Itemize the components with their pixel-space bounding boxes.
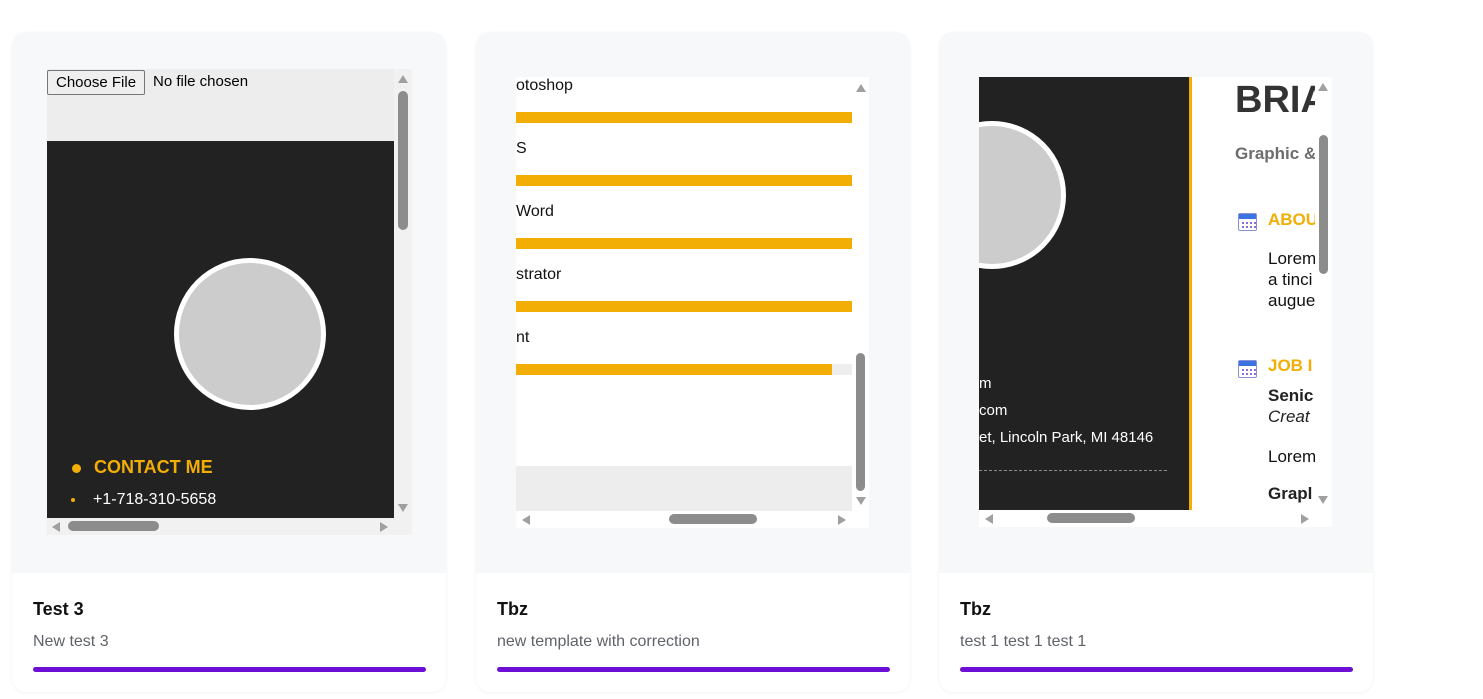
- skill-bar: [516, 364, 852, 375]
- skill-bar-fill: [516, 112, 852, 123]
- scroll-left-icon[interactable]: [522, 515, 530, 525]
- template-preview: otoshop S Word strator nt: [476, 32, 910, 573]
- template-preview: Choose File No file chosen CONTACT ME +1…: [12, 32, 446, 573]
- skill-label: S: [516, 140, 527, 157]
- preview-frame[interactable]: m com et, Lincoln Park, MI 48146 BRIA Gr…: [979, 77, 1332, 527]
- bullet-icon: [72, 464, 81, 473]
- scroll-thumb[interactable]: [68, 521, 159, 531]
- resume-name: BRIA: [1235, 79, 1328, 121]
- skill-label: nt: [516, 329, 530, 346]
- skill-bar: [516, 238, 852, 249]
- skill-bar: [516, 112, 852, 123]
- contact-email: m: [979, 375, 992, 392]
- skill-bar-fill: [516, 301, 852, 312]
- accent-bar: [33, 667, 426, 672]
- avatar: [174, 258, 326, 410]
- contact-website: com: [979, 402, 1008, 419]
- divider: [1189, 77, 1192, 510]
- scroll-right-icon[interactable]: [380, 522, 388, 532]
- about-text: augue: [1268, 291, 1316, 310]
- template-preview: m com et, Lincoln Park, MI 48146 BRIA Gr…: [939, 32, 1373, 573]
- template-card[interactable]: Choose File No file chosen CONTACT ME +1…: [12, 32, 446, 692]
- card-info: Test 3 New test 3: [12, 573, 446, 692]
- skill-label: strator: [516, 266, 562, 283]
- scroll-right-icon[interactable]: [838, 515, 846, 525]
- vertical-scrollbar[interactable]: [394, 69, 412, 518]
- scroll-up-icon[interactable]: [856, 84, 866, 92]
- calendar-icon: [1238, 360, 1257, 378]
- scroll-left-icon[interactable]: [985, 514, 993, 524]
- avatar: [979, 121, 1066, 269]
- job-company: Creat: [1268, 407, 1310, 426]
- card-title: Tbz: [497, 599, 528, 619]
- scroll-thumb[interactable]: [398, 91, 408, 230]
- scroll-up-icon[interactable]: [1318, 83, 1328, 91]
- template-card[interactable]: m com et, Lincoln Park, MI 48146 BRIA Gr…: [939, 32, 1373, 692]
- scroll-down-icon[interactable]: [1318, 496, 1328, 504]
- template-card[interactable]: otoshop S Word strator nt Tbz new template w…: [476, 32, 910, 692]
- calendar-icon: [1238, 213, 1257, 231]
- contact-address: et, Lincoln Park, MI 48146: [979, 429, 1154, 446]
- horizontal-scrollbar[interactable]: [47, 518, 412, 535]
- about-text: Lorem: [1268, 249, 1317, 268]
- vertical-scrollbar[interactable]: [1315, 77, 1332, 510]
- accent-bar: [497, 667, 890, 672]
- choose-file-button[interactable]: Choose File: [47, 70, 146, 95]
- card-description: test 1 test 1 test 1: [960, 633, 1087, 650]
- horizontal-scrollbar[interactable]: [979, 510, 1332, 527]
- scroll-thumb[interactable]: [1047, 513, 1135, 523]
- resume-role: Graphic &: [1235, 144, 1317, 163]
- bullet-icon: [71, 498, 75, 502]
- scroll-left-icon[interactable]: [52, 522, 60, 532]
- contact-heading: CONTACT ME: [94, 457, 213, 477]
- skill-bar-fill: [516, 364, 832, 375]
- scroll-thumb[interactable]: [856, 353, 865, 491]
- skill-label: Word: [516, 203, 554, 220]
- skill-label: otoshop: [516, 77, 573, 94]
- scroll-thumb[interactable]: [669, 514, 757, 524]
- skill-bar-fill: [516, 175, 852, 186]
- card-title: Test 3: [33, 599, 84, 619]
- card-description: new template with correction: [497, 633, 700, 650]
- horizontal-scrollbar[interactable]: [516, 511, 869, 528]
- file-status: No file chosen: [153, 73, 249, 90]
- resume-sidebar: m com et, Lincoln Park, MI 48146: [979, 77, 1190, 510]
- divider: [979, 470, 1167, 471]
- card-info: Tbz new template with correction: [476, 573, 910, 692]
- scroll-right-icon[interactable]: [1301, 514, 1309, 524]
- section-heading-about: ABOU: [1268, 210, 1319, 229]
- scroll-up-icon[interactable]: [398, 75, 408, 83]
- section-heading-job: JOB I: [1268, 356, 1313, 375]
- card-info: Tbz test 1 test 1 test 1: [939, 573, 1373, 692]
- skill-bar: [516, 301, 852, 312]
- about-text: a tinci: [1268, 270, 1313, 289]
- preview-frame[interactable]: otoshop S Word strator nt: [516, 77, 869, 528]
- accent-bar: [960, 667, 1353, 672]
- upload-area: Choose File No file chosen: [47, 69, 394, 141]
- job-title: Senic: [1268, 386, 1314, 405]
- card-title: Tbz: [960, 599, 991, 619]
- scroll-thumb[interactable]: [1319, 135, 1328, 274]
- resume-sidebar: CONTACT ME +1-718-310-5658: [47, 141, 394, 518]
- skill-bar-fill: [516, 238, 852, 249]
- scroll-down-icon[interactable]: [856, 497, 866, 505]
- job-description: Lorem: [1268, 447, 1317, 466]
- vertical-scrollbar[interactable]: [852, 77, 869, 511]
- scroll-down-icon[interactable]: [398, 504, 408, 512]
- job-title: Grapl: [1268, 484, 1313, 503]
- preview-frame[interactable]: Choose File No file chosen CONTACT ME +1…: [47, 69, 412, 535]
- card-description: New test 3: [33, 633, 109, 650]
- resume-footer: [516, 466, 852, 511]
- skill-bar: [516, 175, 852, 186]
- phone-number: +1-718-310-5658: [93, 491, 217, 508]
